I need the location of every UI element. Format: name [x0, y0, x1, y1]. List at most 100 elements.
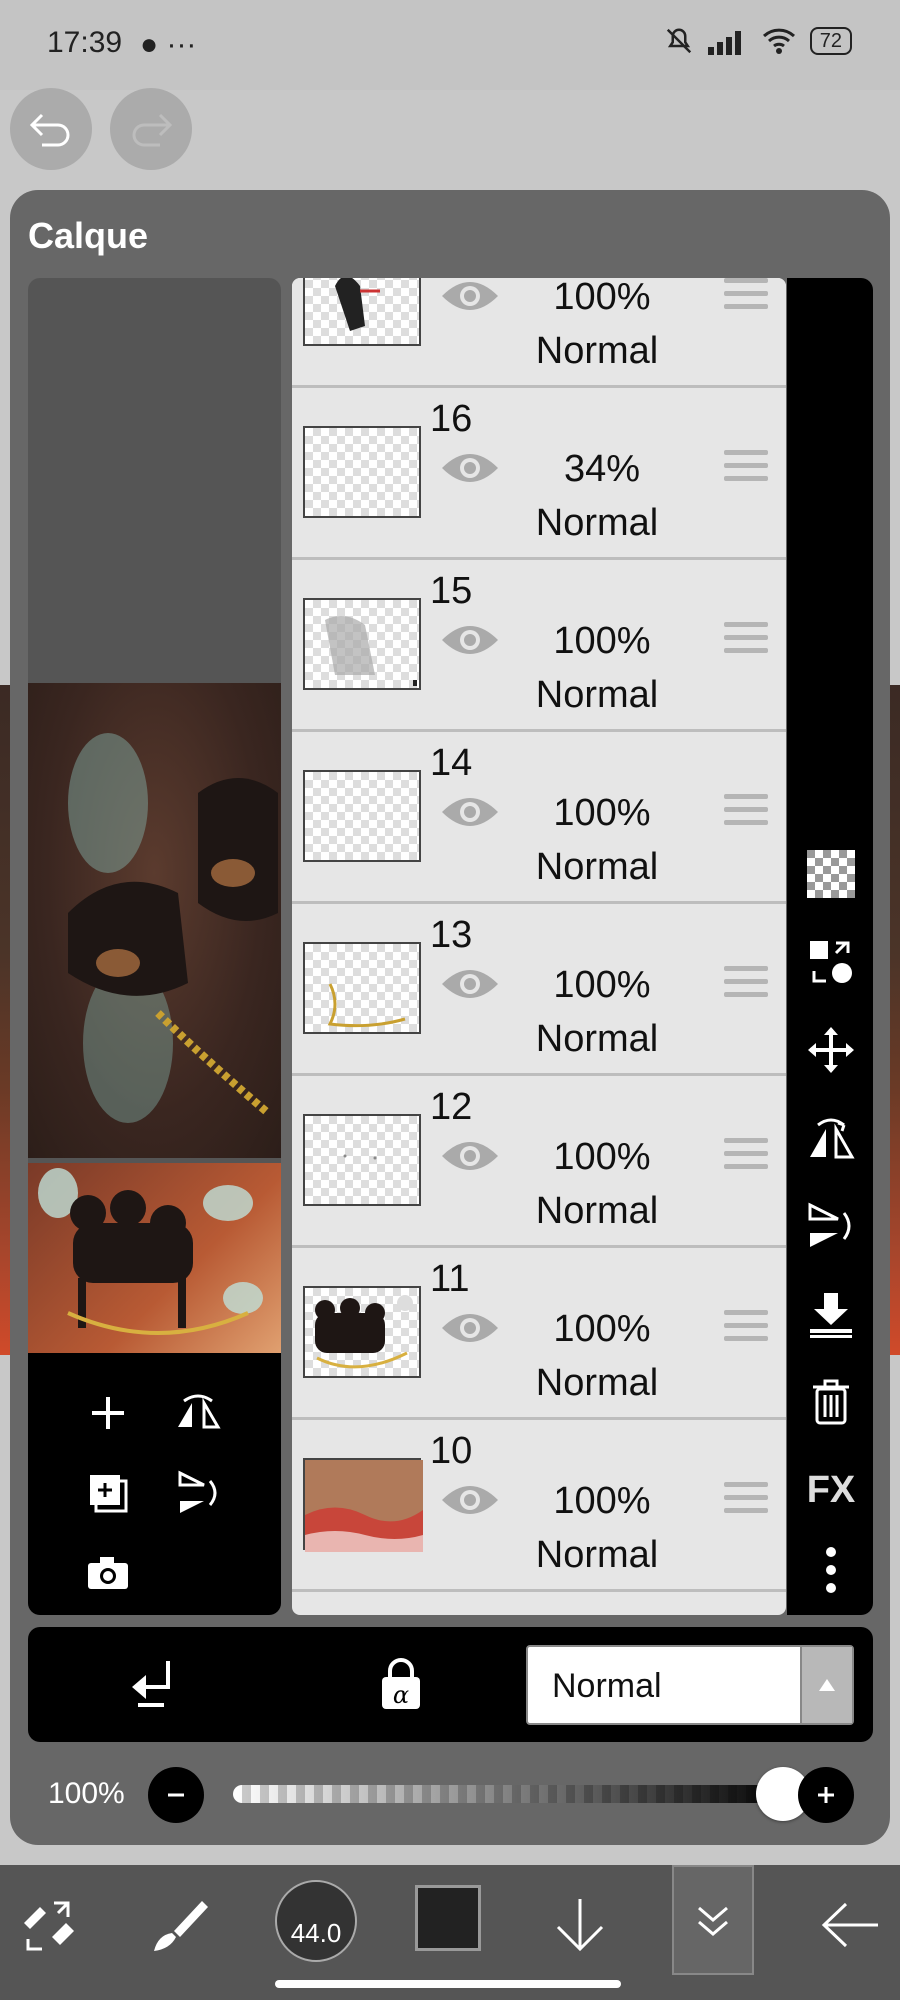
layers-list[interactable]: 17100%Normal1634%Normal15100%Normal 14 100… — [292, 278, 786, 1615]
eye-icon — [442, 1314, 498, 1342]
flip-vertical-icon — [178, 1470, 217, 1513]
clipping-button[interactable] — [128, 1657, 174, 1718]
eye-icon — [442, 1142, 498, 1170]
drag-handle[interactable] — [724, 966, 768, 1005]
layer-thumbnail — [303, 942, 421, 1034]
opacity-slider[interactable] — [233, 1785, 793, 1803]
drag-handle[interactable] — [724, 450, 768, 489]
drag-handle[interactable] — [724, 794, 768, 833]
layer-opacity: 100% — [553, 278, 651, 318]
layer-number: 14 — [430, 742, 473, 784]
layer-opacity: 100% — [553, 1480, 651, 1522]
more-options-button[interactable] — [805, 1544, 857, 1596]
layer-opacity: 100% — [553, 1136, 651, 1178]
layer-number: 12 — [430, 1086, 473, 1128]
layer-thumbnail — [303, 278, 421, 346]
home-indicator — [275, 1980, 621, 1988]
layer-visibility-toggle[interactable] — [440, 964, 500, 1009]
brush-size-button[interactable]: 44.0 — [275, 1880, 357, 1962]
layer-visibility-toggle[interactable] — [440, 448, 500, 493]
layer-visibility-toggle[interactable] — [440, 792, 500, 837]
alpha-lock-button[interactable]: α — [378, 1657, 424, 1718]
layer-visibility-toggle[interactable] — [440, 278, 500, 321]
undo-button[interactable] — [10, 88, 92, 170]
layer-number: 10 — [430, 1430, 473, 1472]
layer-opacity: 100% — [553, 964, 651, 1006]
merge-down-button[interactable] — [805, 1288, 857, 1340]
pen-swap-icon — [24, 1901, 74, 1951]
opacity-value: 100% — [48, 1777, 125, 1810]
battery-indicator: 72 — [809, 27, 852, 55]
drag-handle[interactable] — [724, 1310, 768, 1349]
eye-icon — [442, 626, 498, 654]
layers-panel-toggle[interactable] — [672, 1865, 754, 1975]
layer-blend-mode: Normal — [535, 1534, 659, 1576]
chevron-double-down-icon — [698, 1906, 728, 1936]
undo-icon — [29, 113, 70, 147]
layer-blend-mode: Normal — [535, 1018, 659, 1060]
duplicate-layer-button[interactable] — [78, 1463, 138, 1523]
opacity-decrease-button[interactable] — [148, 1767, 204, 1823]
move-layer-button[interactable] — [805, 1024, 857, 1076]
layer-row[interactable]: 13 100% Normal — [292, 906, 786, 1076]
transparent-background-button[interactable] — [805, 848, 857, 900]
flip-vertical-icon — [808, 1202, 851, 1247]
fx-button[interactable]: FX — [805, 1464, 857, 1516]
delete-layer-button[interactable] — [805, 1376, 857, 1428]
drag-handle[interactable] — [724, 1138, 768, 1177]
drag-handle[interactable] — [724, 278, 768, 317]
layer-thumbnail — [303, 598, 421, 690]
layer-blend-mode: Normal — [535, 1362, 659, 1404]
swap-layers-button[interactable] — [805, 936, 857, 988]
layer-row[interactable]: 16 34% Normal — [292, 390, 786, 560]
layer-row[interactable]: 12 100% Normal — [292, 1078, 786, 1248]
vertical-dots-icon — [826, 1547, 836, 1593]
blend-mode-select[interactable]: Normal — [526, 1645, 854, 1725]
brush-tool-button[interactable] — [145, 1875, 215, 1975]
drag-handle[interactable] — [724, 622, 768, 661]
layer-row[interactable]: 14 100% Normal — [292, 734, 786, 904]
redo-icon — [132, 113, 173, 147]
merge-down-icon — [810, 1293, 852, 1338]
layer-visibility-toggle[interactable] — [440, 1308, 500, 1353]
layer-visibility-toggle[interactable] — [440, 1480, 500, 1525]
canvas-preview — [28, 683, 281, 1158]
back-button[interactable] — [810, 1875, 890, 1975]
layer-row[interactable]: 11 100% Normal — [292, 1250, 786, 1420]
quick-menu-button[interactable] — [15, 1875, 85, 1975]
redo-button[interactable] — [110, 88, 192, 170]
blend-mode-dropdown-arrow[interactable] — [800, 1647, 852, 1723]
status-extra-icons: ● ··· — [140, 28, 197, 61]
eye-icon — [442, 1486, 498, 1514]
layer-opacity-bar: 100% — [28, 1745, 873, 1845]
drag-handle[interactable] — [724, 1482, 768, 1521]
layer-number: 16 — [430, 398, 473, 440]
svg-text:α: α — [393, 1681, 409, 1709]
status-time: 17:39 — [47, 26, 123, 59]
opacity-increase-button[interactable] — [798, 1767, 854, 1823]
plus-icon — [92, 1397, 124, 1429]
signal-icon — [707, 31, 741, 55]
add-layer-button[interactable] — [78, 1383, 138, 1443]
flip-vertical-button[interactable] — [805, 1200, 857, 1252]
layer-opacity: 100% — [553, 792, 651, 834]
layer-number: 11 — [430, 1258, 470, 1300]
flip-horizontal-button[interactable] — [805, 1112, 857, 1164]
checkerboard-icon — [807, 850, 855, 898]
camera-button[interactable] — [78, 1543, 138, 1603]
canvas-thumbnail[interactable] — [28, 1163, 281, 1353]
color-swatch-button[interactable] — [415, 1885, 481, 1951]
layer-row[interactable]: 17100%Normal — [292, 278, 786, 388]
layer-thumbnail — [303, 426, 421, 518]
eye-icon — [442, 970, 498, 998]
flip-horizontal-layer-button[interactable] — [168, 1383, 228, 1443]
layer-row[interactable]: 15 100% Normal — [292, 562, 786, 732]
flip-vertical-layer-button[interactable] — [168, 1463, 228, 1523]
layer-row[interactable]: 10 100% Normal — [292, 1422, 786, 1592]
canvas-preview-column — [28, 278, 281, 1615]
layer-visibility-toggle[interactable] — [440, 620, 500, 665]
rottweiler-art — [68, 733, 278, 1123]
eye-icon — [442, 282, 498, 310]
layer-down-button[interactable] — [545, 1875, 615, 1975]
layer-visibility-toggle[interactable] — [440, 1136, 500, 1181]
